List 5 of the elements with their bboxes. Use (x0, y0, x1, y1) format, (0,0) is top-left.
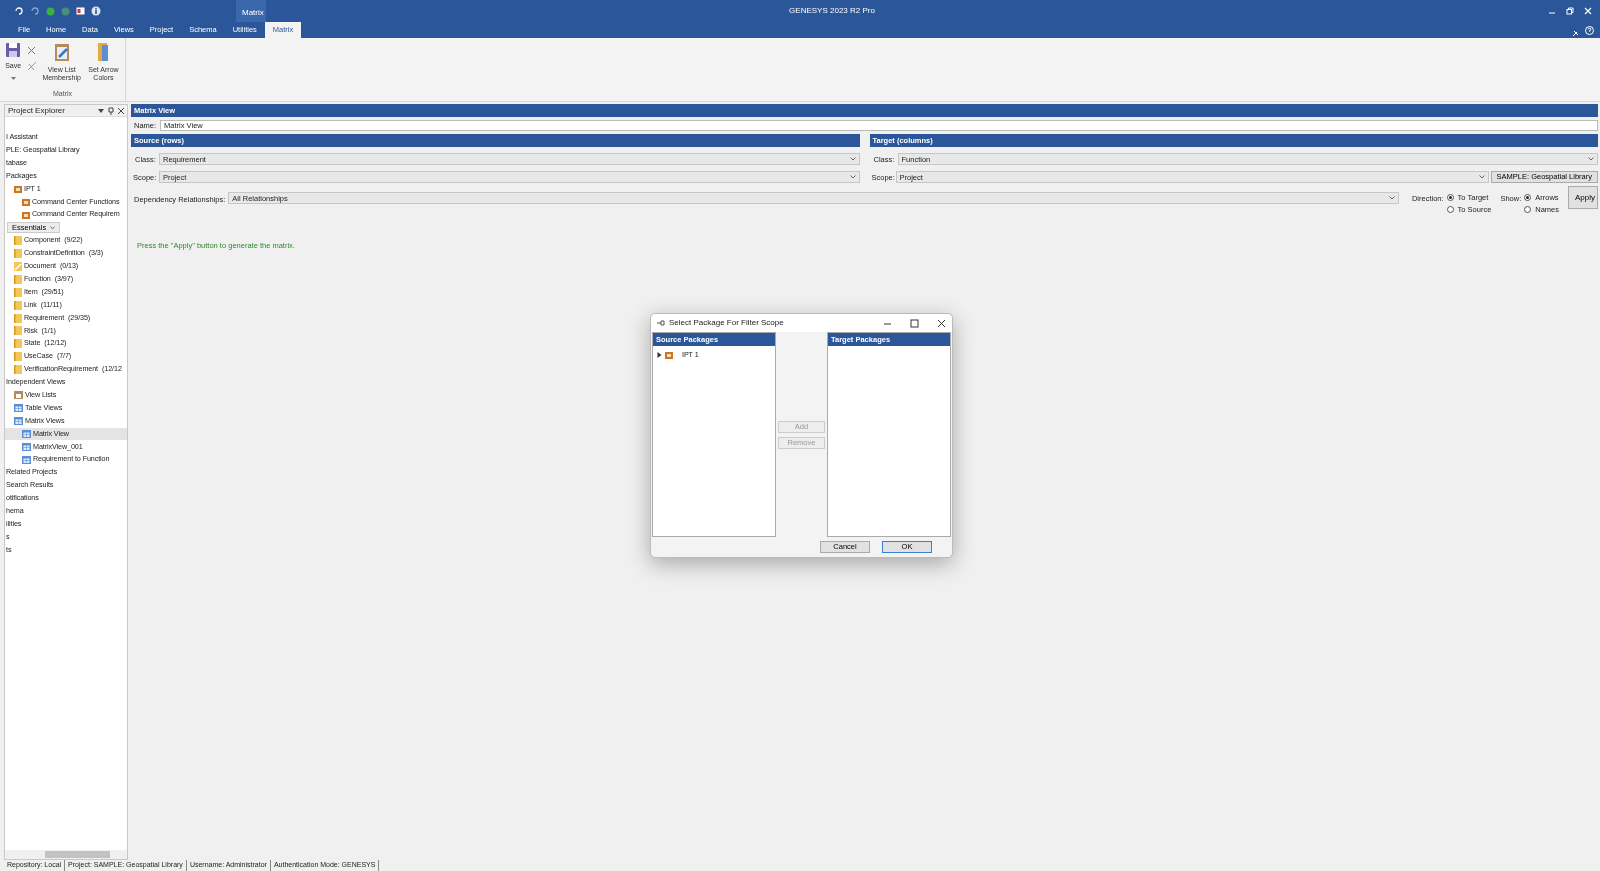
panel-title: Project Explorer (8, 104, 66, 117)
window-title: GENESYS 2023 R2 Pro (788, 5, 876, 17)
dialog-title: Select Package For Filter Scope (669, 317, 785, 329)
context-tab-label: Matrix (236, 0, 266, 22)
apply-button[interactable]: Apply (1568, 186, 1598, 210)
